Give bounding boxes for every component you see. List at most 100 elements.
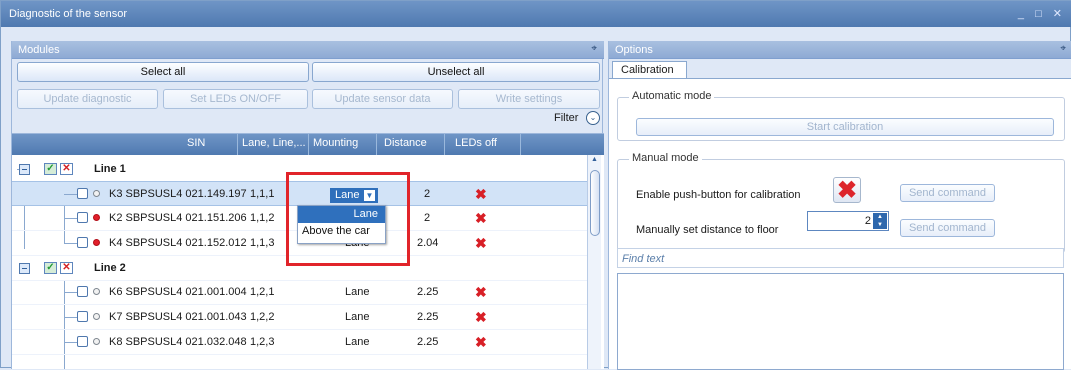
row-checkbox[interactable] bbox=[77, 336, 88, 347]
column-divider bbox=[520, 134, 521, 155]
lane-cell: 1,2,3 bbox=[250, 336, 275, 348]
status-dot-icon bbox=[93, 239, 100, 246]
distance-cell: 2.25 bbox=[417, 311, 439, 323]
pin-icon[interactable]: ⌖ bbox=[591, 43, 597, 54]
set-leds-button[interactable]: Set LEDs ON/OFF bbox=[163, 89, 308, 109]
distance-cell: 2.25 bbox=[417, 336, 439, 348]
distance-cell: 2.04 bbox=[417, 237, 439, 249]
column-sin[interactable]: SIN bbox=[187, 137, 205, 149]
check-icon[interactable]: ✓ bbox=[44, 163, 57, 175]
tree-line bbox=[64, 243, 77, 244]
grid-scrollbar[interactable]: ▲ bbox=[587, 155, 601, 369]
window-titlebar: Diagnostic of the sensor _ □ ✕ bbox=[1, 1, 1071, 27]
group-name: Line 1 bbox=[94, 163, 126, 175]
status-dot-icon bbox=[93, 190, 100, 197]
enable-push-label: Enable push-button for calibration bbox=[636, 189, 801, 201]
send-command-button[interactable]: Send command bbox=[900, 219, 995, 237]
write-settings-button[interactable]: Write settings bbox=[458, 89, 600, 109]
sin-cell: K7 SBPSUSL4 021.001.043 bbox=[109, 311, 247, 323]
table-row[interactable]: K7 SBPSUSL4 021.001.043 1,2,2 Lane 2.25 … bbox=[12, 305, 596, 330]
send-command-button[interactable]: Send command bbox=[900, 184, 995, 202]
column-divider bbox=[444, 134, 445, 155]
collapse-icon[interactable] bbox=[19, 164, 30, 175]
table-row[interactable]: K6 SBPSUSL4 021.001.004 1,2,1 Lane 2.25 … bbox=[12, 280, 596, 305]
column-lane[interactable]: Lane, Line,... bbox=[242, 137, 306, 149]
unselect-all-button[interactable]: Unselect all bbox=[312, 62, 600, 82]
status-dot-icon bbox=[93, 288, 100, 295]
window-title: Diagnostic of the sensor bbox=[9, 8, 128, 20]
led-off-icon: ✖ bbox=[475, 334, 487, 350]
start-calibration-button[interactable]: Start calibration bbox=[636, 118, 1054, 136]
update-sensor-data-button[interactable]: Update sensor data bbox=[312, 89, 453, 109]
chevron-down-icon[interactable]: ⌄ bbox=[586, 111, 600, 125]
distance-floor-label: Manually set distance to floor bbox=[636, 224, 779, 236]
select-all-button[interactable]: Select all bbox=[17, 62, 309, 82]
lane-cell: 1,2,2 bbox=[250, 311, 275, 323]
tree-line bbox=[64, 317, 77, 318]
led-off-icon: ✖ bbox=[475, 186, 487, 202]
calibration-content: Automatic mode Start calibration Manual … bbox=[609, 78, 1071, 370]
distance-value: 2 bbox=[864, 215, 871, 227]
lane-cell: 1,2,1 bbox=[250, 286, 275, 298]
sin-cell: K4 SBPSUSL4 021.152.012 bbox=[109, 237, 247, 249]
options-header: Options ⌖ bbox=[609, 41, 1071, 59]
row-checkbox[interactable] bbox=[77, 286, 88, 297]
close-icon[interactable]: ✕ bbox=[60, 262, 73, 274]
column-divider bbox=[308, 134, 309, 155]
options-title: Options bbox=[615, 44, 653, 56]
column-leds-off[interactable]: LEDs off bbox=[455, 137, 497, 149]
mounting-cell: Lane bbox=[345, 286, 370, 298]
options-panel: Options ⌖ Calibration Automatic mode Sta… bbox=[608, 41, 1071, 370]
column-divider bbox=[376, 134, 377, 155]
row-checkbox[interactable] bbox=[77, 188, 88, 199]
distance-stepper[interactable]: 2 ▲ ▼ bbox=[807, 211, 889, 231]
group-name: Line 2 bbox=[94, 262, 126, 274]
status-dot-icon bbox=[93, 214, 100, 221]
distance-cell: 2.25 bbox=[417, 286, 439, 298]
column-mounting[interactable]: Mounting bbox=[313, 137, 358, 149]
output-textarea[interactable] bbox=[617, 273, 1064, 370]
sin-cell: K3 SBPSUSL4 021.149.197 bbox=[109, 188, 247, 200]
scroll-thumb[interactable] bbox=[590, 170, 600, 236]
tree-line bbox=[64, 194, 77, 195]
led-off-icon: ✖ bbox=[475, 210, 487, 226]
sin-cell: K6 SBPSUSL4 021.001.004 bbox=[109, 286, 247, 298]
check-icon[interactable]: ✓ bbox=[44, 262, 57, 274]
led-off-icon: ✖ bbox=[475, 235, 487, 251]
column-divider bbox=[237, 134, 238, 155]
red-highlight-box bbox=[286, 172, 410, 266]
sin-cell: K8 SBPSUSL4 021.032.048 bbox=[109, 336, 247, 348]
stepper-arrows-icon[interactable]: ▲ ▼ bbox=[873, 213, 887, 229]
row-checkbox[interactable] bbox=[77, 212, 88, 223]
collapse-icon[interactable] bbox=[19, 263, 30, 274]
distance-cell: 2 bbox=[424, 212, 431, 224]
tab-calibration[interactable]: Calibration bbox=[612, 61, 687, 79]
tree-line bbox=[64, 292, 77, 293]
sin-cell: K2 SBPSUSL4 021.151.206 bbox=[109, 212, 247, 224]
mounting-cell: Lane bbox=[345, 336, 370, 348]
row-checkbox[interactable] bbox=[77, 237, 88, 248]
column-distance[interactable]: Distance bbox=[384, 137, 427, 149]
find-text-input[interactable]: Find text bbox=[617, 248, 1064, 268]
led-off-icon: ✖ bbox=[475, 284, 487, 300]
tree-line bbox=[64, 342, 77, 343]
scroll-up-icon[interactable]: ▲ bbox=[591, 156, 598, 163]
status-dot-icon bbox=[93, 313, 100, 320]
modules-header: Modules ⌖ bbox=[12, 41, 604, 59]
led-off-icon: ✖ bbox=[475, 309, 487, 325]
update-diagnostic-button[interactable]: Update diagnostic bbox=[17, 89, 158, 109]
table-row[interactable]: K8 SBPSUSL4 021.032.048 1,2,3 Lane 2.25 … bbox=[12, 330, 596, 355]
distance-cell: 2 bbox=[424, 188, 431, 200]
filter-control[interactable]: Filter ⌄ bbox=[554, 108, 600, 128]
modules-title: Modules bbox=[18, 44, 60, 56]
enable-push-button-icon[interactable]: ✖ bbox=[833, 177, 861, 203]
close-icon[interactable]: ✕ bbox=[60, 163, 73, 175]
row-checkbox[interactable] bbox=[77, 311, 88, 322]
window-controls[interactable]: _ □ ✕ bbox=[1018, 7, 1066, 20]
diagnostic-window: Diagnostic of the sensor _ □ ✕ Modules ⌖… bbox=[0, 0, 1071, 370]
automatic-mode-legend: Automatic mode bbox=[629, 90, 715, 102]
manual-mode-group: Manual mode Enable push-button for calib… bbox=[617, 152, 1065, 253]
pin-icon[interactable]: ⌖ bbox=[1060, 43, 1066, 54]
manual-mode-legend: Manual mode bbox=[629, 152, 702, 164]
lane-cell: 1,1,1 bbox=[250, 188, 275, 200]
